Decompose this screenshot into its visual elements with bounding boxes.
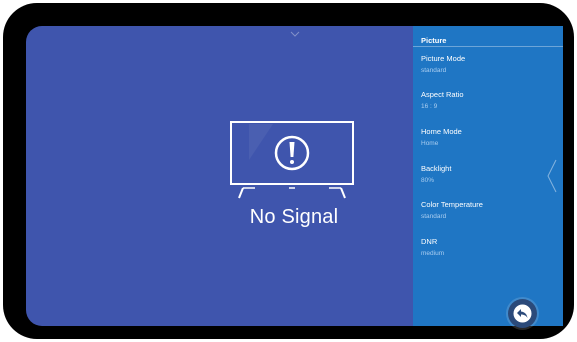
chevron-down-icon[interactable] — [290, 31, 300, 37]
no-signal-message: No Signal — [249, 206, 339, 228]
setting-dnr[interactable]: DNR medium — [421, 237, 551, 259]
chevron-left-icon[interactable] — [547, 159, 557, 193]
setting-value: 80% — [421, 177, 435, 184]
picture-settings-panel: Picture Picture Mode standard Aspect Rat… — [413, 26, 563, 326]
setting-value: medium — [421, 250, 445, 257]
setting-label: Color Temperature — [421, 200, 483, 209]
setting-value: standard — [421, 213, 447, 220]
setting-label: Picture Mode — [421, 54, 466, 63]
tv-screen: No Signal Picture Picture Mode standard … — [26, 26, 563, 326]
back-arrow-icon — [513, 304, 532, 323]
panel-divider — [413, 46, 563, 47]
setting-value: 16 : 9 — [421, 103, 438, 110]
setting-aspect-ratio[interactable]: Aspect Ratio 16 : 9 — [421, 90, 551, 112]
setting-label: Aspect Ratio — [421, 90, 464, 99]
setting-label: Backlight — [421, 164, 452, 173]
setting-value: Home — [421, 140, 439, 147]
setting-label: DNR — [421, 237, 438, 246]
setting-color-temperature[interactable]: Color Temperature standard — [421, 200, 551, 222]
setting-backlight[interactable]: Backlight 80% — [421, 164, 551, 186]
exclamation-icon — [274, 135, 310, 171]
setting-value: standard — [421, 67, 447, 74]
panel-title: Picture — [421, 36, 447, 45]
back-button[interactable] — [508, 299, 537, 328]
setting-home-mode[interactable]: Home Mode Home — [421, 127, 551, 149]
setting-picture-mode[interactable]: Picture Mode standard — [421, 54, 551, 76]
setting-label: Home Mode — [421, 127, 462, 136]
tv-no-signal-icon — [230, 121, 354, 199]
